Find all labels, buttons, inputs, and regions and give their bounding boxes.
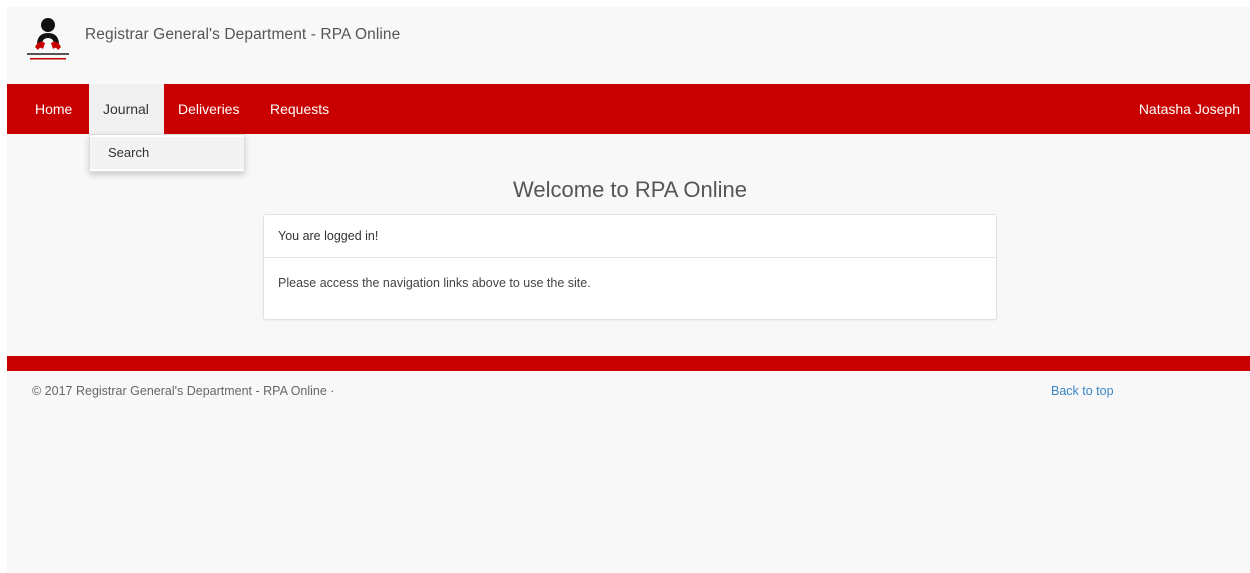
nav-requests[interactable]: Requests [256,84,343,134]
dropdown-item-search[interactable]: Search [90,137,244,169]
nav-journal[interactable]: Journal [89,84,164,134]
panel-heading: You are logged in! [264,215,996,258]
footer-divider [7,356,1250,371]
brand-header: Registrar General's Department - RPA Onl… [7,7,1250,83]
footer-copyright: © 2017 Registrar General's Department - … [32,384,335,398]
page: Registrar General's Department - RPA Onl… [7,7,1250,573]
panel-body: Please access the navigation links above… [278,276,591,290]
brand-title: Registrar General's Department - RPA Onl… [85,26,401,43]
login-panel: You are logged in! Please access the nav… [263,214,997,320]
journal-dropdown: Search [89,134,245,172]
page-title: Welcome to RPA Online [513,177,747,202]
user-menu[interactable]: Natasha Joseph [1125,84,1250,134]
back-to-top-link[interactable]: Back to top [1051,384,1114,398]
nav-deliveries[interactable]: Deliveries [164,84,253,134]
logo-icon [27,18,69,60]
main-navbar: Home Journal Deliveries Requests Natasha… [7,84,1250,134]
nav-home[interactable]: Home [21,84,86,134]
